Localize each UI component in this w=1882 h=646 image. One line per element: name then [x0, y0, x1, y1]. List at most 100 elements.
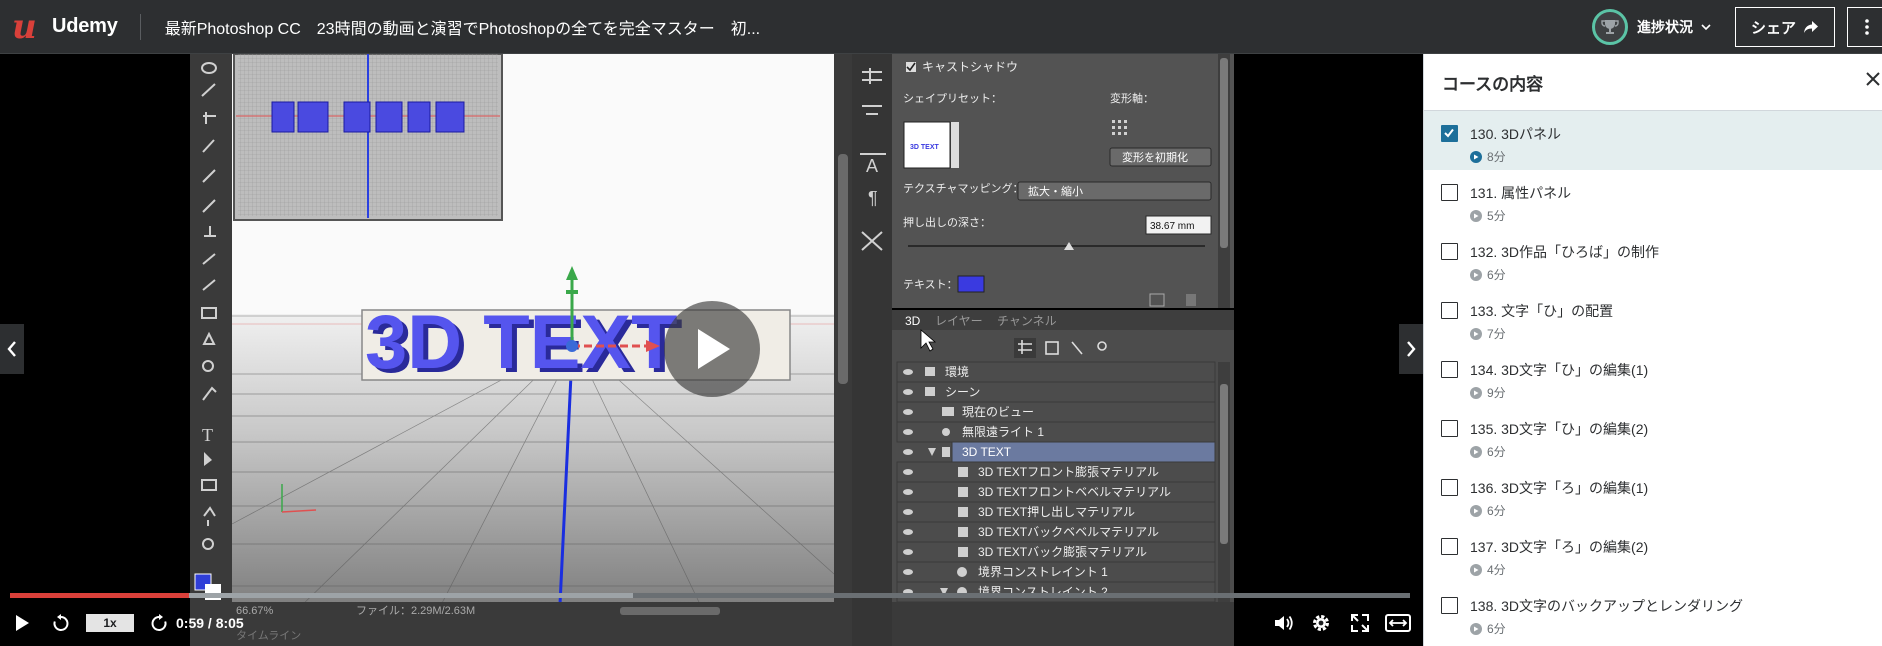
lecture-checkbox[interactable]: [1441, 361, 1458, 378]
lecture-item[interactable]: 130. 3Dパネル 8分: [1424, 111, 1882, 170]
video-play-icon: [1470, 209, 1482, 222]
lecture-item[interactable]: 133. 文字「ひ」の配置 7分: [1424, 288, 1882, 347]
scene-item-material-2[interactable]: 3D TEXTフロントベベルマテリアル: [978, 485, 1171, 499]
ps-text-color-label: テキスト：: [903, 279, 958, 291]
lecture-item[interactable]: 136. 3D文字「ろ」の編集(1) 6分: [1424, 465, 1882, 524]
lecture-title: 138. 3D文字のバックアップとレンダリング: [1470, 598, 1744, 614]
lecture-checkbox[interactable]: [1441, 420, 1458, 437]
svg-text:¶: ¶: [868, 188, 878, 208]
scene-item-scene[interactable]: シーン: [945, 385, 980, 399]
lecture-list: 130. 3Dパネル 8分 131. 属性パネル 5分 132. 3D作品「ひろば」の制…: [1424, 111, 1882, 642]
settings-button[interactable]: [1311, 613, 1331, 633]
video-play-icon: [1470, 504, 1482, 517]
lecture-checkbox[interactable]: [1441, 302, 1458, 319]
ps-tab-channels[interactable]: チャンネル: [997, 314, 1057, 328]
ps-tab-layers[interactable]: レイヤー: [935, 314, 983, 328]
video-play-icon: [1470, 386, 1482, 399]
header-divider: [139, 13, 141, 40]
lecture-title: 130. 3Dパネル: [1470, 126, 1562, 142]
progress-bar: [10, 593, 190, 598]
scene-item-3d-text[interactable]: 3D TEXT: [962, 445, 1012, 459]
lecture-title: 134. 3D文字「ひ」の編集(1): [1470, 362, 1649, 378]
lecture-item[interactable]: 137. 3D文字「ろ」の編集(2) 4分: [1424, 524, 1882, 583]
forward-icon: [151, 614, 167, 631]
lecture-duration: 6分: [1487, 268, 1506, 282]
udemy-logo[interactable]: u Udemy: [12, 0, 118, 54]
lecture-checkbox[interactable]: [1441, 184, 1458, 201]
expand-view-button[interactable]: [1385, 614, 1411, 632]
top-bar: u Udemy 最新Photoshop CC 23時間の動画と演習でPhotos…: [0, 0, 1882, 54]
sidebar-header: コースの内容: [1424, 54, 1882, 111]
video-play-icon: [1470, 327, 1482, 340]
svg-text:A: A: [866, 156, 878, 176]
lecture-duration: 4分: [1487, 563, 1506, 577]
lecture-meta: 6分: [1470, 266, 1506, 283]
lecture-item[interactable]: 132. 3D作品「ひろば」の制作 6分: [1424, 229, 1882, 288]
lecture-title: 131. 属性パネル: [1470, 185, 1572, 201]
lecture-title: 136. 3D文字「ろ」の編集(1): [1470, 480, 1649, 496]
ps-deform-axis-label: 変形軸：: [1110, 91, 1154, 105]
ps-scene-tree[interactable]: 環境 シーン 現在のビュー 無限遠ライト 1 3D TEXT 3D TEXTフロ…: [896, 361, 1216, 603]
ps-tab-3d[interactable]: 3D: [905, 314, 921, 328]
forward-5-button[interactable]: [150, 614, 168, 632]
share-arrow-icon: [1804, 21, 1818, 33]
course-title[interactable]: 最新Photoshop CC 23時間の動画と演習でPhotoshopの全てを完…: [165, 15, 760, 39]
gear-icon: [1313, 615, 1329, 631]
video-play-icon: [1470, 563, 1482, 576]
ps-cast-shadow-label: キャストシャドウ: [922, 60, 1018, 74]
rewind-5-button[interactable]: [52, 614, 70, 632]
video-scrubber[interactable]: [10, 593, 1410, 598]
scene-item-material-3[interactable]: 3D TEXT押し出しマテリアル: [978, 505, 1135, 519]
previous-lecture-button[interactable]: [0, 324, 24, 374]
lecture-meta: 6分: [1470, 443, 1506, 460]
share-label: シェア: [1750, 19, 1796, 37]
scene-item-constraint-1[interactable]: 境界コンストレイント 1: [978, 564, 1108, 579]
lecture-checkbox[interactable]: [1441, 479, 1458, 496]
center-play-button[interactable]: [664, 301, 760, 397]
playback-speed-button[interactable]: 1x: [86, 614, 134, 632]
scene-item-material-5[interactable]: 3D TEXTバック膨張マテリアル: [978, 545, 1147, 559]
close-icon: [1866, 72, 1880, 86]
progress-button[interactable]: 進捗状況: [1592, 9, 1711, 45]
lecture-meta: 4分: [1470, 561, 1506, 578]
play-icon: [16, 615, 29, 631]
lecture-title: 132. 3D作品「ひろば」の制作: [1470, 244, 1660, 260]
gizmo-center-handle[interactable]: [566, 340, 578, 352]
lecture-checkbox[interactable]: [1441, 538, 1458, 555]
scene-item-infinite-light[interactable]: 無限遠ライト 1: [962, 424, 1044, 439]
lecture-item[interactable]: 138. 3D文字のバックアップとレンダリング 6分: [1424, 583, 1882, 642]
ps-text-color-swatch[interactable]: [957, 275, 985, 293]
video-player[interactable]: T 3D TEXT 3D TEXT A ¶ キャストシャドウ シェイプリセット：…: [0, 54, 1423, 646]
fullscreen-button[interactable]: [1350, 613, 1370, 633]
share-button[interactable]: シェア: [1735, 7, 1835, 47]
fullscreen-icon: [1351, 614, 1369, 632]
ps-extrude-depth-value: 38.67 mm: [1150, 221, 1194, 232]
volume-button[interactable]: [1274, 614, 1294, 632]
lecture-checkbox[interactable]: [1441, 125, 1458, 142]
next-lecture-button[interactable]: [1399, 324, 1423, 374]
ps-texture-mapping-label: テクスチャマッピング：: [903, 181, 1024, 195]
scene-item-environment[interactable]: 環境: [945, 364, 969, 379]
scene-item-current-view[interactable]: 現在のビュー: [962, 405, 1034, 419]
scene-item-material-4[interactable]: 3D TEXTバックベベルマテリアル: [978, 525, 1159, 539]
trophy-icon: [1601, 20, 1619, 34]
lecture-item[interactable]: 134. 3D文字「ひ」の編集(1) 9分: [1424, 347, 1882, 406]
lecture-item[interactable]: 131. 属性パネル 5分: [1424, 170, 1882, 229]
lecture-duration: 7分: [1487, 327, 1506, 341]
close-sidebar-button[interactable]: [1864, 70, 1882, 94]
scene-item-material-1[interactable]: 3D TEXTフロント膨張マテリアル: [978, 465, 1159, 479]
lecture-meta: 9分: [1470, 384, 1506, 401]
play-pause-button[interactable]: [14, 614, 30, 632]
ps-type-tool-icon: T: [202, 425, 213, 445]
more-options-button[interactable]: [1847, 7, 1882, 47]
lecture-meta: 6分: [1470, 620, 1506, 637]
lecture-duration: 9分: [1487, 386, 1506, 400]
ps-texture-mapping-value: 拡大・縮小: [1028, 184, 1083, 198]
checkmark-icon: [1444, 128, 1454, 138]
lecture-checkbox[interactable]: [1441, 597, 1458, 614]
lecture-checkbox[interactable]: [1441, 243, 1458, 260]
lecture-item[interactable]: 135. 3D文字「ひ」の編集(2) 6分: [1424, 406, 1882, 465]
lecture-duration: 6分: [1487, 504, 1506, 518]
player-controls: 1x 0:59 / 8:05: [0, 600, 1423, 646]
chevron-right-icon: [1407, 341, 1416, 357]
